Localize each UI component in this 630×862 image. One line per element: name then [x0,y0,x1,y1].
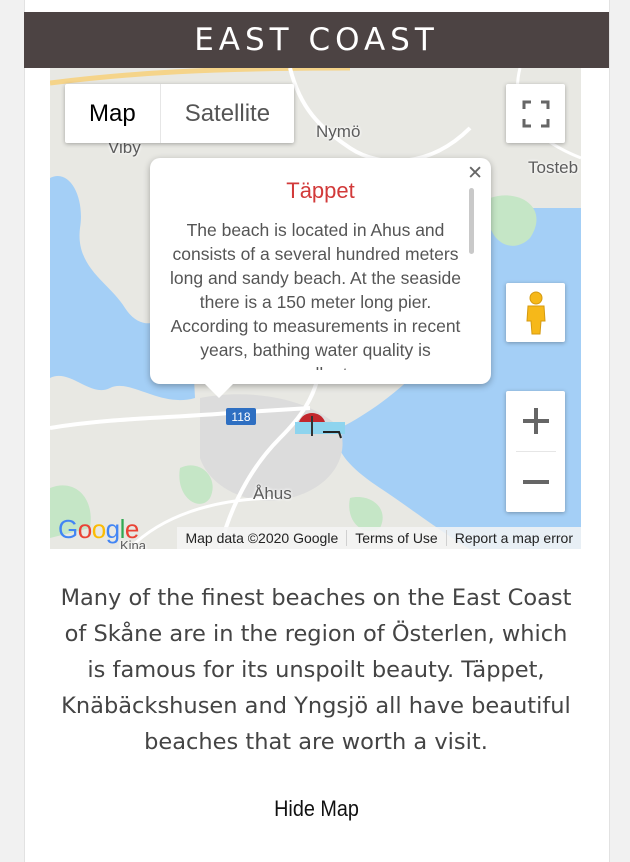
beach-marker-icon[interactable] [295,408,345,442]
road-shield-118: 118 [226,408,256,425]
place-label-nymo: Nymö [316,122,361,141]
zoom-in-button[interactable] [506,391,565,451]
map-type-satellite-button[interactable]: Satellite [159,84,294,143]
place-label-ahus: Åhus [253,484,292,503]
map-view[interactable]: Nymö Viby Tosteb Åhus Kina 118 Map Satel… [50,68,581,549]
map-type-control: Map Satellite [65,84,295,143]
street-view-pegman-button[interactable] [506,283,565,342]
info-window-body: The beach is located in Ahus and consist… [170,220,461,370]
zoom-control [506,391,565,512]
section-title: EAST COAST [194,22,439,58]
section-banner: EAST COAST [24,12,609,68]
map-data-credit: Map data ©2020 Google [185,530,339,546]
map-type-map-button[interactable]: Map [65,84,160,143]
hide-map-button[interactable]: Hide Map [53,796,580,822]
info-window-pointer [205,384,233,398]
info-window-title: Täppet [286,178,355,203]
info-window: ✕ Täppet The beach is located in Ahus an… [150,158,491,384]
plus-icon [522,408,549,434]
region-description: Many of the finest beaches on the East C… [60,585,572,755]
google-logo[interactable]: Google [58,514,139,545]
report-map-error-link[interactable]: Report a map error [445,530,581,546]
map-attribution-bar: Map data ©2020 Google Terms of Use Repor… [177,527,581,549]
pegman-icon [525,291,546,334]
place-label-tosteb: Tosteb [528,158,579,177]
fullscreen-icon [522,100,549,127]
zoom-out-button[interactable] [506,452,565,512]
terms-of-use-link[interactable]: Terms of Use [346,530,445,546]
fullscreen-button[interactable] [506,84,565,143]
road-number: 118 [231,409,251,424]
info-window-scrollbar[interactable] [469,188,474,254]
minus-icon [522,480,549,484]
